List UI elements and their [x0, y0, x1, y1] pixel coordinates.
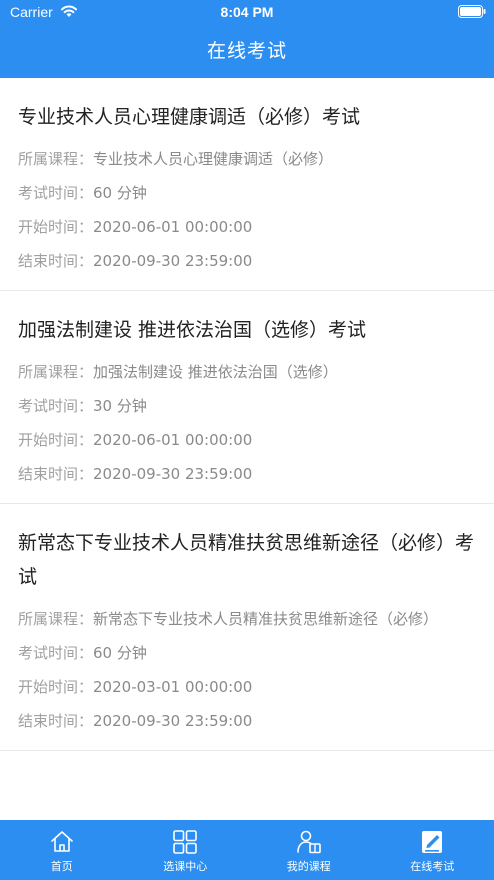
end-value: 2020-09-30 23:59:00: [93, 252, 253, 270]
duration-label: 考试时间：: [18, 397, 94, 415]
start-row: 开始时间： 2020-06-01 00:00:00: [18, 210, 476, 244]
end-label: 结束时间：: [18, 252, 94, 270]
start-row: 开始时间： 2020-03-01 00:00:00: [18, 670, 476, 704]
course-label: 所属课程：: [18, 363, 94, 381]
duration-value: 60 分钟: [93, 184, 147, 202]
duration-row: 考试时间： 30 分钟: [18, 389, 476, 423]
duration-value: 30 分钟: [93, 397, 147, 415]
battery-icon: [458, 5, 486, 18]
tab-course-center[interactable]: 选课中心: [124, 820, 248, 880]
tab-online-exam[interactable]: 在线考试: [371, 820, 494, 880]
tab-bar: 首页 选课中心 我的课程 在线考试: [0, 820, 494, 880]
exam-card[interactable]: 加强法制建设 推进依法治国（选修）考试 所属课程： 加强法制建设 推进依法治国（…: [0, 291, 494, 504]
tab-my-courses[interactable]: 我的课程: [247, 820, 371, 880]
duration-value: 60 分钟: [93, 644, 147, 662]
start-value: 2020-06-01 00:00:00: [93, 431, 253, 449]
tab-my-courses-label: 我的课程: [286, 860, 331, 873]
course-row: 所属课程： 加强法制建设 推进依法治国（选修）: [18, 355, 476, 389]
start-label: 开始时间：: [18, 218, 94, 236]
end-value: 2020-09-30 23:59:00: [93, 712, 253, 730]
grid-icon: [173, 830, 198, 854]
start-value: 2020-03-01 00:00:00: [93, 678, 253, 696]
page-title: 在线考试: [206, 40, 287, 62]
course-label: 所属课程：: [18, 610, 94, 628]
exam-card[interactable]: 新常态下专业技术人员精准扶贫思维新途径（必修）考试 所属课程： 新常态下专业技术…: [0, 504, 494, 751]
exam-title: 新常态下专业技术人员精准扶贫思维新途径（必修）考试: [18, 532, 475, 588]
end-row: 结束时间： 2020-09-30 23:59:00: [18, 704, 476, 738]
start-row: 开始时间： 2020-06-01 00:00:00: [18, 423, 476, 457]
tab-online-exam-label: 在线考试: [410, 860, 455, 873]
duration-row: 考试时间： 60 分钟: [18, 176, 476, 210]
exam-title: 加强法制建设 推进依法治国（选修）考试: [18, 319, 367, 341]
home-icon: [50, 831, 73, 852]
end-value: 2020-09-30 23:59:00: [93, 465, 253, 483]
tab-home-label: 首页: [50, 860, 73, 873]
status-bar: Carrier 8:04 PM: [0, 0, 494, 26]
course-row: 所属课程： 新常态下专业技术人员精准扶贫思维新途径（必修）: [18, 602, 476, 636]
end-label: 结束时间：: [18, 712, 94, 730]
start-label: 开始时间：: [18, 678, 94, 696]
user-book-icon: [296, 830, 321, 854]
end-row: 结束时间： 2020-09-30 23:59:00: [18, 457, 476, 491]
header-bar: Carrier 8:04 PM 在线考试: [0, 0, 494, 78]
duration-row: 考试时间： 60 分钟: [18, 636, 476, 670]
course-label: 所属课程：: [18, 150, 94, 168]
edit-icon: [422, 831, 443, 853]
exam-card[interactable]: 专业技术人员心理健康调适（必修）考试 所属课程： 专业技术人员心理健康调适（必修…: [0, 78, 494, 291]
course-value: 加强法制建设 推进依法治国（选修）: [93, 363, 338, 381]
exam-title: 专业技术人员心理健康调适（必修）考试: [18, 106, 361, 128]
duration-label: 考试时间：: [18, 184, 94, 202]
duration-label: 考试时间：: [18, 644, 94, 662]
status-time: 8:04 PM: [220, 4, 274, 20]
exam-list: 专业技术人员心理健康调适（必修）考试 所属课程： 专业技术人员心理健康调适（必修…: [0, 78, 494, 820]
course-value: 专业技术人员心理健康调适（必修）: [93, 150, 334, 168]
start-label: 开始时间：: [18, 431, 94, 449]
course-row: 所属课程： 专业技术人员心理健康调适（必修）: [18, 142, 476, 176]
start-value: 2020-06-01 00:00:00: [93, 218, 253, 236]
tab-home[interactable]: 首页: [0, 820, 124, 880]
course-value: 新常态下专业技术人员精准扶贫思维新途径（必修）: [93, 610, 439, 628]
tab-course-center-label: 选课中心: [163, 860, 208, 873]
end-row: 结束时间： 2020-09-30 23:59:00: [18, 244, 476, 278]
end-label: 结束时间：: [18, 465, 94, 483]
